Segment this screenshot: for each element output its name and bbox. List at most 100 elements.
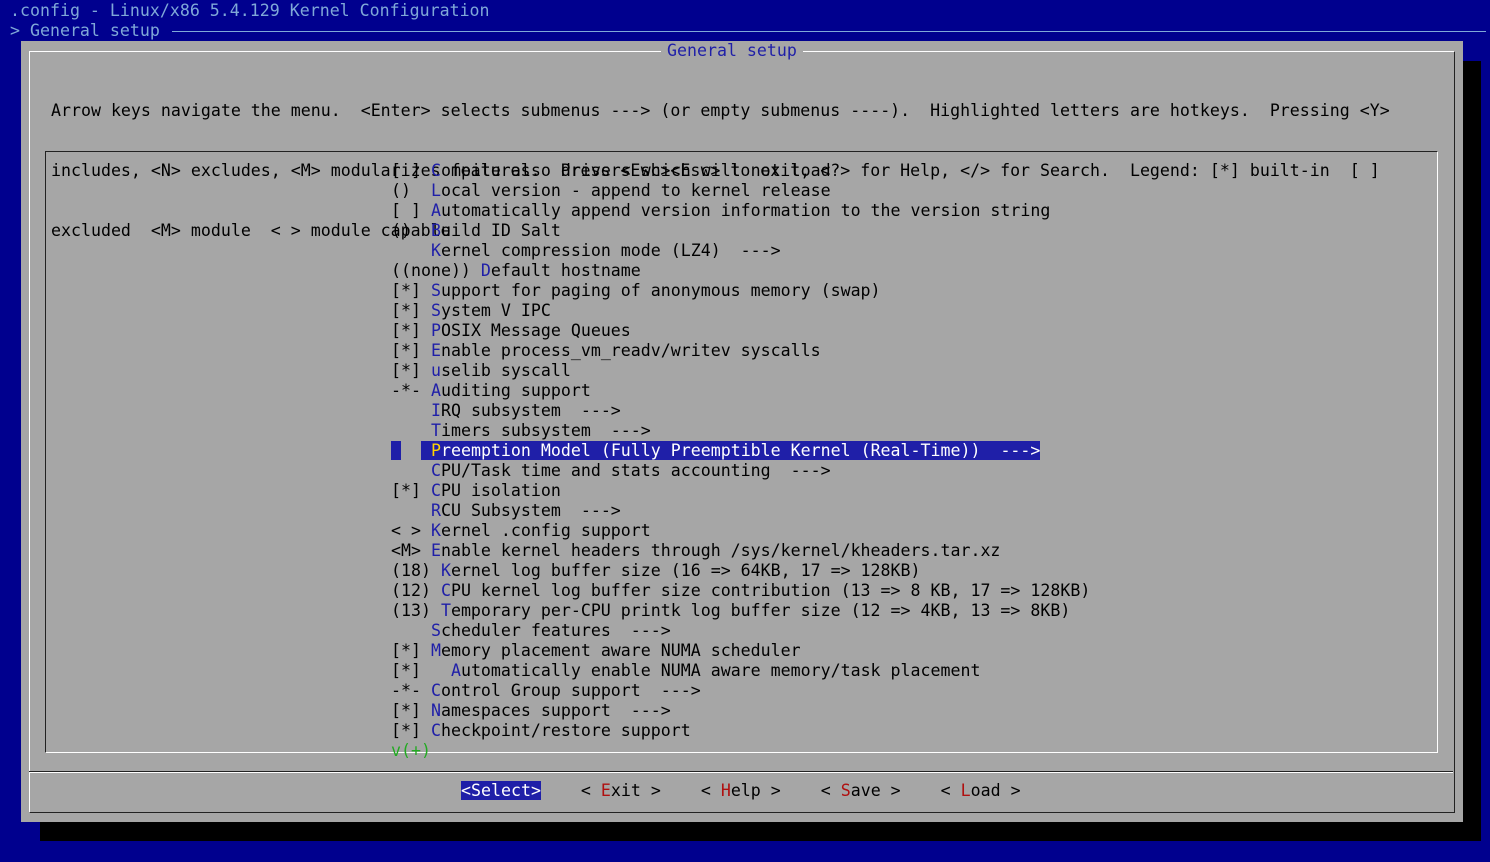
menu-item-state: [*] bbox=[391, 661, 451, 680]
menu-item-text: PU isolation bbox=[440, 481, 561, 500]
menu-item[interactable]: [*] Memory placement aware NUMA schedule… bbox=[391, 641, 1090, 661]
menu-item-hotkey: R bbox=[430, 501, 441, 520]
menu-item-hotkey: A bbox=[430, 381, 441, 400]
menu-item-state: ((none)) bbox=[391, 261, 481, 280]
menu-item-text: upport for paging of anonymous memory (s… bbox=[440, 281, 881, 300]
menu-item-hotkey: D bbox=[480, 261, 491, 280]
menu-item[interactable]: < > Kernel .config support bbox=[391, 521, 1090, 541]
menu-item-hotkey: C bbox=[430, 721, 441, 740]
menu-item[interactable]: Kernel compression mode (LZ4) ---> bbox=[391, 241, 1090, 261]
button-label: elect> bbox=[481, 781, 541, 800]
menu-item[interactable]: (12) CPU kernel log buffer size contribu… bbox=[391, 581, 1090, 601]
select-button[interactable]: <Select> bbox=[461, 781, 541, 800]
menu-item-label: Preemption Model (Fully Preemptible Kern… bbox=[420, 441, 1041, 460]
menu-item-text: OSIX Message Queues bbox=[440, 321, 631, 340]
save-button[interactable]: < Save > bbox=[821, 781, 901, 800]
breadcrumb: > General setup bbox=[10, 21, 160, 40]
menu-item[interactable]: -*- Control Group support ---> bbox=[391, 681, 1090, 701]
menu-item[interactable]: [ ] Automatically append version informa… bbox=[391, 201, 1090, 221]
menu-item-text: emporary per-CPU printk log buffer size … bbox=[450, 601, 1071, 620]
button-label: elp > bbox=[730, 781, 781, 800]
menuconfig-dialog: General setup Arrow keys navigate the me… bbox=[21, 41, 1463, 822]
help-button[interactable]: < Help > bbox=[701, 781, 781, 800]
menu-item-hotkey: T bbox=[430, 421, 441, 440]
dialog-shadow-right bbox=[1463, 61, 1481, 841]
menu-item[interactable]: [*] uselib syscall bbox=[391, 361, 1090, 381]
menu-item-state: [*] bbox=[391, 361, 431, 380]
menu-item-state bbox=[391, 421, 431, 440]
menu-item[interactable]: [*] POSIX Message Queues bbox=[391, 321, 1090, 341]
menu-item-hotkey: A bbox=[430, 201, 441, 220]
load-button[interactable]: < Load > bbox=[941, 781, 1021, 800]
menu-item-text: emory placement aware NUMA scheduler bbox=[440, 641, 801, 660]
menu-item-text: cheduler features ---> bbox=[440, 621, 671, 640]
menu-item[interactable]: RCU Subsystem ---> bbox=[391, 501, 1090, 521]
menu-item-hotkey: C bbox=[430, 161, 441, 180]
menu-item[interactable]: [*] Enable process_vm_readv/writev sysca… bbox=[391, 341, 1090, 361]
menu-item[interactable]: [*] Support for paging of anonymous memo… bbox=[391, 281, 1090, 301]
menu-item[interactable]: () Build ID Salt bbox=[391, 221, 1090, 241]
menu-item[interactable]: IRQ subsystem ---> bbox=[391, 401, 1090, 421]
menu-item-state: -*- bbox=[391, 681, 431, 700]
button-bracket: < bbox=[461, 781, 471, 800]
menu-item-hotkey: S bbox=[430, 281, 441, 300]
menu-item-text: nable kernel headers through /sys/kernel… bbox=[440, 541, 1001, 560]
exit-button[interactable]: < Exit > bbox=[581, 781, 661, 800]
button-label: oad > bbox=[970, 781, 1021, 800]
menu-item-hotkey: T bbox=[440, 601, 451, 620]
menu-item-state: [*] bbox=[391, 281, 431, 300]
menu-item-text: nable process_vm_readv/writev syscalls bbox=[440, 341, 821, 360]
menu-item-text: heckpoint/restore support bbox=[440, 721, 691, 740]
menu-item[interactable]: [*] Automatically enable NUMA aware memo… bbox=[391, 661, 1090, 681]
menu-item-text: amespaces support ---> bbox=[440, 701, 671, 720]
menu-item[interactable]: Preemption Model (Fully Preemptible Kern… bbox=[391, 441, 1090, 461]
menu-item-text: ernel log buffer size (16 => 64KB, 17 =>… bbox=[450, 561, 921, 580]
menu-item-text: PU/Task time and stats accounting ---> bbox=[440, 461, 831, 480]
menu-item[interactable]: [*] CPU isolation bbox=[391, 481, 1090, 501]
menu-item-hotkey: K bbox=[430, 241, 441, 260]
menu-item[interactable]: () Local version - append to kernel rele… bbox=[391, 181, 1090, 201]
menu-item[interactable]: <M> Enable kernel headers through /sys/k… bbox=[391, 541, 1090, 561]
menu-item-text: ernel .config support bbox=[440, 521, 651, 540]
menu-item-state: < > bbox=[391, 521, 431, 540]
menu-item[interactable]: -*- Auditing support bbox=[391, 381, 1090, 401]
menu-item-hotkey: u bbox=[430, 361, 441, 380]
menu-item-hotkey: K bbox=[430, 521, 441, 540]
breadcrumb-rule bbox=[172, 31, 1486, 32]
menu-item-state bbox=[391, 241, 431, 260]
menu-item-state bbox=[391, 401, 431, 420]
menu-item-state: (13) bbox=[391, 601, 441, 620]
button-hotkey: H bbox=[720, 781, 731, 800]
menu-item[interactable]: [ ] Compile also drivers which will not … bbox=[391, 161, 1090, 181]
dialog-title: General setup bbox=[661, 41, 803, 61]
menu-item[interactable]: Scheduler features ---> bbox=[391, 621, 1090, 641]
menu-item-hotkey: S bbox=[430, 621, 441, 640]
menu-item-hotkey: K bbox=[440, 561, 451, 580]
button-bracket: < bbox=[820, 781, 841, 800]
button-label: xit > bbox=[610, 781, 661, 800]
menu-item-hotkey: P bbox=[430, 441, 441, 460]
scroll-more-indicator: v(+) bbox=[391, 741, 431, 760]
menu-item-text: utomatically append version information … bbox=[440, 201, 1051, 220]
menu-item-hotkey: M bbox=[430, 641, 441, 660]
menu-item[interactable]: [*] Checkpoint/restore support bbox=[391, 721, 1090, 741]
menu-item[interactable]: [*] System V IPC bbox=[391, 301, 1090, 321]
menu-list[interactable]: [ ] Compile also drivers which will not … bbox=[391, 161, 1090, 761]
menu-item-hotkey: N bbox=[430, 701, 441, 720]
dialog-shadow-bottom bbox=[40, 822, 1481, 841]
menu-item[interactable]: CPU/Task time and stats accounting ---> bbox=[391, 461, 1090, 481]
menu-item-hotkey: P bbox=[430, 321, 441, 340]
menu-item-state: [*] bbox=[391, 481, 431, 500]
menu-item-hotkey: A bbox=[450, 661, 461, 680]
menu-item[interactable]: ((none)) Default hostname bbox=[391, 261, 1090, 281]
menu-item-state: -*- bbox=[391, 381, 431, 400]
button-hotkey: S bbox=[471, 781, 481, 800]
menu-item[interactable]: Timers subsystem ---> bbox=[391, 421, 1090, 441]
menu-item[interactable]: (18) Kernel log buffer size (16 => 64KB,… bbox=[391, 561, 1090, 581]
selection-cursor bbox=[391, 441, 401, 460]
menu-item[interactable]: [*] Namespaces support ---> bbox=[391, 701, 1090, 721]
button-hotkey: S bbox=[840, 781, 851, 800]
button-hotkey: E bbox=[600, 781, 611, 800]
button-bracket: < bbox=[700, 781, 721, 800]
menu-item[interactable]: (13) Temporary per-CPU printk log buffer… bbox=[391, 601, 1090, 621]
